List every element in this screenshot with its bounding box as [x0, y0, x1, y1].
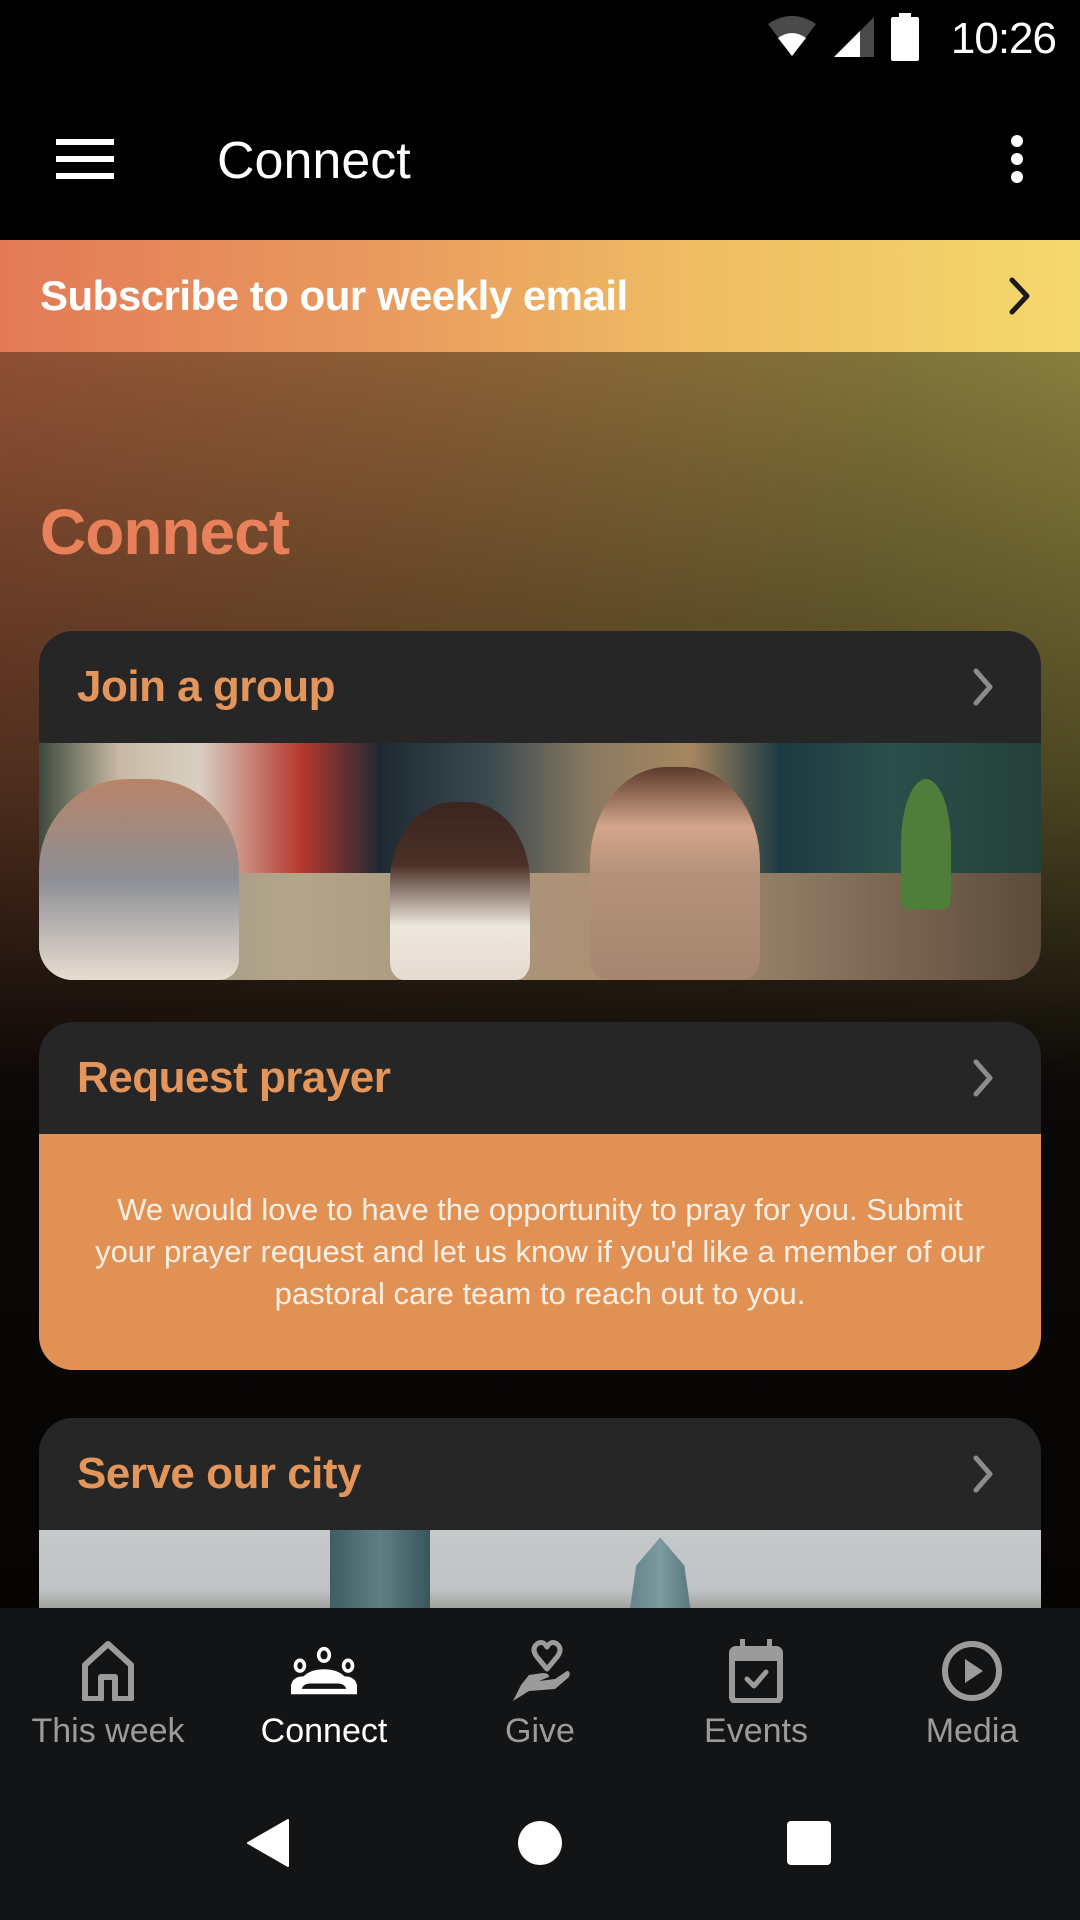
city-photo: [39, 1530, 1041, 1608]
app-title: Connect: [217, 132, 411, 190]
nav-label: This week: [31, 1712, 185, 1750]
overflow-menu-button[interactable]: [984, 128, 1050, 194]
nav-label: Give: [505, 1712, 575, 1750]
app-bar: Connect: [0, 82, 1080, 240]
chevron-right-icon: [963, 662, 1003, 712]
card-title: Request prayer: [77, 1053, 391, 1102]
serve-city-card[interactable]: Serve our city: [39, 1418, 1041, 1608]
nav-item-connect[interactable]: Connect: [216, 1608, 432, 1760]
calendar-check-icon: [723, 1638, 789, 1704]
system-back-button[interactable]: [233, 1810, 303, 1880]
system-nav-bar: [0, 1760, 1080, 1920]
more-vert-icon: [1009, 134, 1025, 189]
prayer-text: We would love to have the opportunity to…: [95, 1192, 985, 1311]
nav-item-this-week[interactable]: This week: [0, 1608, 216, 1760]
request-prayer-card[interactable]: Request prayer We would love to have the…: [39, 1022, 1041, 1370]
photo-person: [590, 766, 761, 980]
subscribe-banner[interactable]: Subscribe to our weekly email: [0, 240, 1080, 352]
system-recents-button[interactable]: [774, 1810, 844, 1880]
status-bar: 10:26: [0, 0, 1080, 82]
home-icon: [75, 1638, 141, 1704]
subscribe-label: Subscribe to our weekly email: [40, 272, 628, 319]
battery-icon: [890, 12, 920, 66]
photo-person: [39, 778, 240, 980]
groups-icon: [291, 1638, 357, 1704]
chevron-right-icon: [963, 1053, 1003, 1103]
card-title: Join a group: [77, 662, 336, 711]
nav-item-events[interactable]: Events: [648, 1608, 864, 1760]
give-heart-hand-icon: [507, 1638, 573, 1704]
nav-label: Connect: [260, 1712, 388, 1750]
group-photo: [39, 743, 1041, 980]
prayer-description: We would love to have the opportunity to…: [39, 1134, 1041, 1370]
join-group-card[interactable]: Join a group: [39, 631, 1041, 980]
wifi-icon: [766, 15, 818, 63]
nav-item-media[interactable]: Media: [864, 1608, 1080, 1760]
status-icons: [766, 12, 920, 66]
system-home-button[interactable]: [505, 1810, 575, 1880]
photo-tower: [620, 1537, 701, 1608]
nav-label: Events: [704, 1712, 808, 1750]
card-title: Serve our city: [77, 1449, 362, 1498]
section-heading: Connect: [40, 496, 290, 568]
card-header[interactable]: Request prayer: [39, 1022, 1041, 1134]
cell-signal-icon: [832, 15, 876, 64]
home-circle-icon: [517, 1820, 563, 1871]
nav-label: Media: [925, 1712, 1019, 1750]
status-time: 10:26: [950, 14, 1057, 63]
photo-tower: [329, 1530, 430, 1608]
hamburger-menu-icon: [56, 138, 114, 184]
back-triangle-icon: [246, 1818, 290, 1873]
photo-plant: [900, 778, 951, 909]
card-header[interactable]: Serve our city: [39, 1418, 1041, 1530]
card-header[interactable]: Join a group: [39, 631, 1041, 743]
content-scroll-area[interactable]: Subscribe to our weekly email Connect Jo…: [0, 240, 1080, 1608]
chevron-right-icon: [1000, 271, 1040, 321]
bottom-nav: This week Connect Give Events Media: [0, 1608, 1080, 1760]
recents-square-icon: [786, 1820, 832, 1871]
photo-person: [389, 802, 530, 980]
nav-item-give[interactable]: Give: [432, 1608, 648, 1760]
play-circle-icon: [939, 1638, 1005, 1704]
chevron-right-icon: [963, 1449, 1003, 1499]
menu-button[interactable]: [40, 128, 130, 194]
